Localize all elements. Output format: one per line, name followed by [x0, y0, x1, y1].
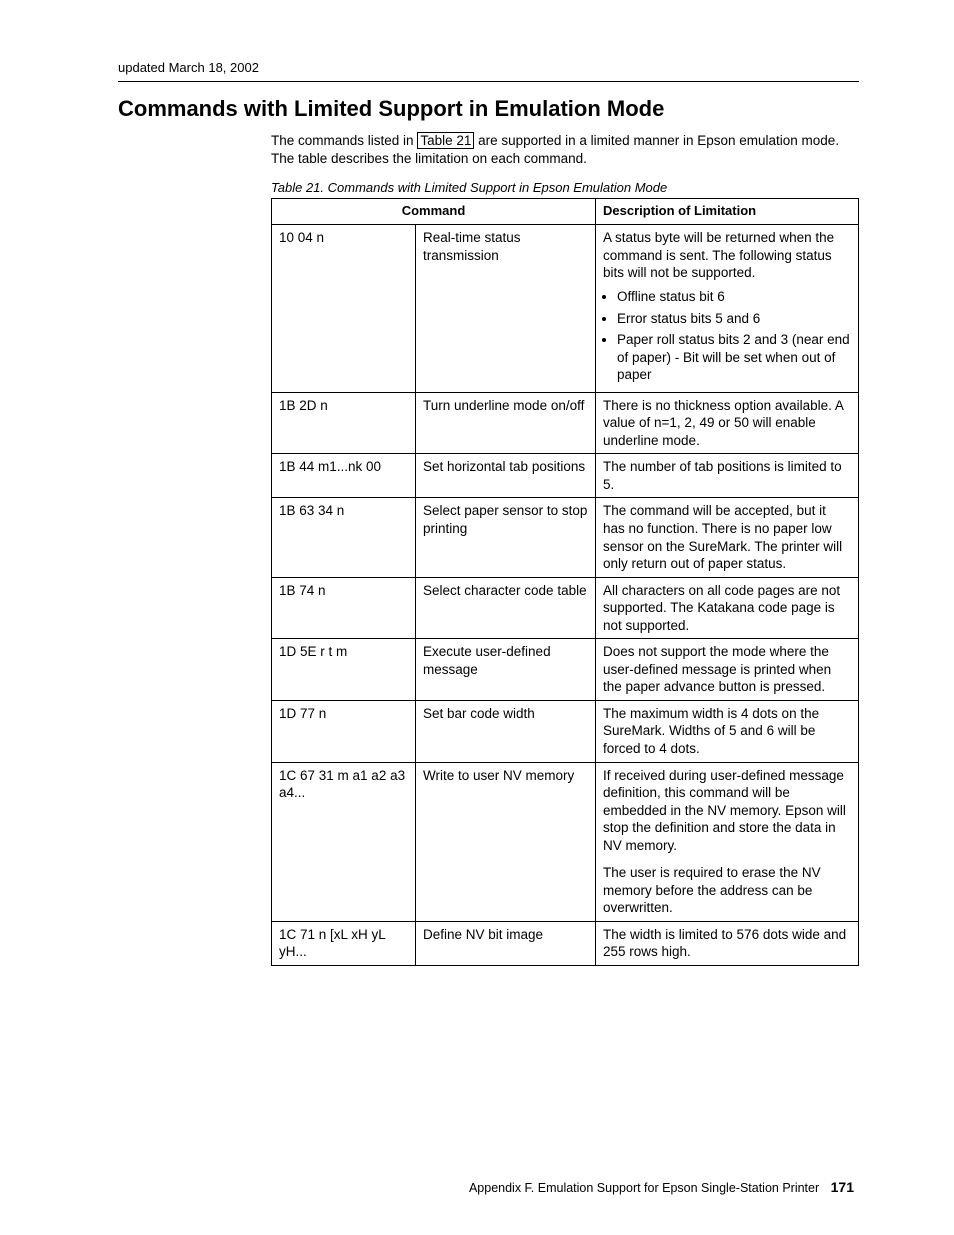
bullet-item: Error status bits 5 and 6: [617, 310, 851, 328]
cmd-desc: Write to user NV memory: [416, 762, 596, 921]
intro-paragraph: The commands listed in Table 21 are supp…: [118, 132, 859, 168]
cmd-limitation: There is no thickness option available. …: [596, 392, 859, 454]
cmd-limitation: All characters on all code pages are not…: [596, 577, 859, 639]
header-command: Command: [272, 199, 596, 225]
table-row: 10 04 n Real-time status transmission A …: [272, 225, 859, 392]
intro-pre: The commands listed in: [271, 133, 417, 148]
table-header-row: Command Description of Limitation: [272, 199, 859, 225]
cmd-desc: Turn underline mode on/off: [416, 392, 596, 454]
page-content: updated March 18, 2002 Commands with Lim…: [0, 0, 954, 1006]
table-caption: Table 21. Commands with Limited Support …: [130, 180, 859, 195]
cmd-limitation: The width is limited to 576 dots wide an…: [596, 921, 859, 965]
table-row: 1C 71 n [xL xH yL yH... Define NV bit im…: [272, 921, 859, 965]
table-row: 1B 74 n Select character code table All …: [272, 577, 859, 639]
cmd-code: 1D 77 n: [272, 700, 416, 762]
header-limitation: Description of Limitation: [596, 199, 859, 225]
cmd-desc: Execute user-defined message: [416, 639, 596, 701]
limit-bullets: Offline status bit 6 Error status bits 5…: [603, 288, 851, 384]
cmd-desc: Set horizontal tab positions: [416, 454, 596, 498]
divider: [118, 81, 859, 82]
table-row: 1D 5E r t m Execute user-defined message…: [272, 639, 859, 701]
cmd-code: 1B 44 m1...nk 00: [272, 454, 416, 498]
bullet-item: Offline status bit 6: [617, 288, 851, 306]
cmd-code: 1C 71 n [xL xH yL yH...: [272, 921, 416, 965]
cmd-code: 1B 63 34 n: [272, 498, 416, 577]
cmd-limitation: The number of tab positions is limited t…: [596, 454, 859, 498]
page-number: 171: [831, 1179, 854, 1195]
cmd-desc: Select paper sensor to stop printing: [416, 498, 596, 577]
cmd-code: 1C 67 31 m a1 a2 a3 a4...: [272, 762, 416, 921]
table-row: 1B 44 m1...nk 00 Set horizontal tab posi…: [272, 454, 859, 498]
cmd-desc: Define NV bit image: [416, 921, 596, 965]
table-row: 1B 2D n Turn underline mode on/off There…: [272, 392, 859, 454]
cmd-limitation: A status byte will be returned when the …: [596, 225, 859, 392]
table-row: 1C 67 31 m a1 a2 a3 a4... Write to user …: [272, 762, 859, 921]
cmd-code: 10 04 n: [272, 225, 416, 392]
cmd-limitation: The command will be accepted, but it has…: [596, 498, 859, 577]
cmd-limitation: If received during user-defined message …: [596, 762, 859, 921]
commands-table: Command Description of Limitation 10 04 …: [271, 198, 859, 966]
table-row: 1B 63 34 n Select paper sensor to stop p…: [272, 498, 859, 577]
table-row: 1D 77 n Set bar code width The maximum w…: [272, 700, 859, 762]
updated-date: updated March 18, 2002: [118, 60, 859, 75]
cmd-limitation: The maximum width is 4 dots on the SureM…: [596, 700, 859, 762]
cmd-desc: Select character code table: [416, 577, 596, 639]
limit-para1: If received during user-defined message …: [603, 767, 851, 855]
bullet-item: Paper roll status bits 2 and 3 (near end…: [617, 331, 851, 384]
cmd-code: 1B 74 n: [272, 577, 416, 639]
cmd-code: 1D 5E r t m: [272, 639, 416, 701]
limit-para2: The user is required to erase the NV mem…: [603, 864, 851, 917]
footer-text: Appendix F. Emulation Support for Epson …: [469, 1181, 819, 1195]
cmd-code: 1B 2D n: [272, 392, 416, 454]
page-footer: Appendix F. Emulation Support for Epson …: [469, 1179, 854, 1195]
section-title: Commands with Limited Support in Emulati…: [118, 96, 859, 122]
cmd-limitation: Does not support the mode where the user…: [596, 639, 859, 701]
limit-text: A status byte will be returned when the …: [603, 230, 834, 280]
cmd-desc: Real-time status transmission: [416, 225, 596, 392]
table-reference-link[interactable]: Table 21: [417, 132, 474, 149]
cmd-desc: Set bar code width: [416, 700, 596, 762]
